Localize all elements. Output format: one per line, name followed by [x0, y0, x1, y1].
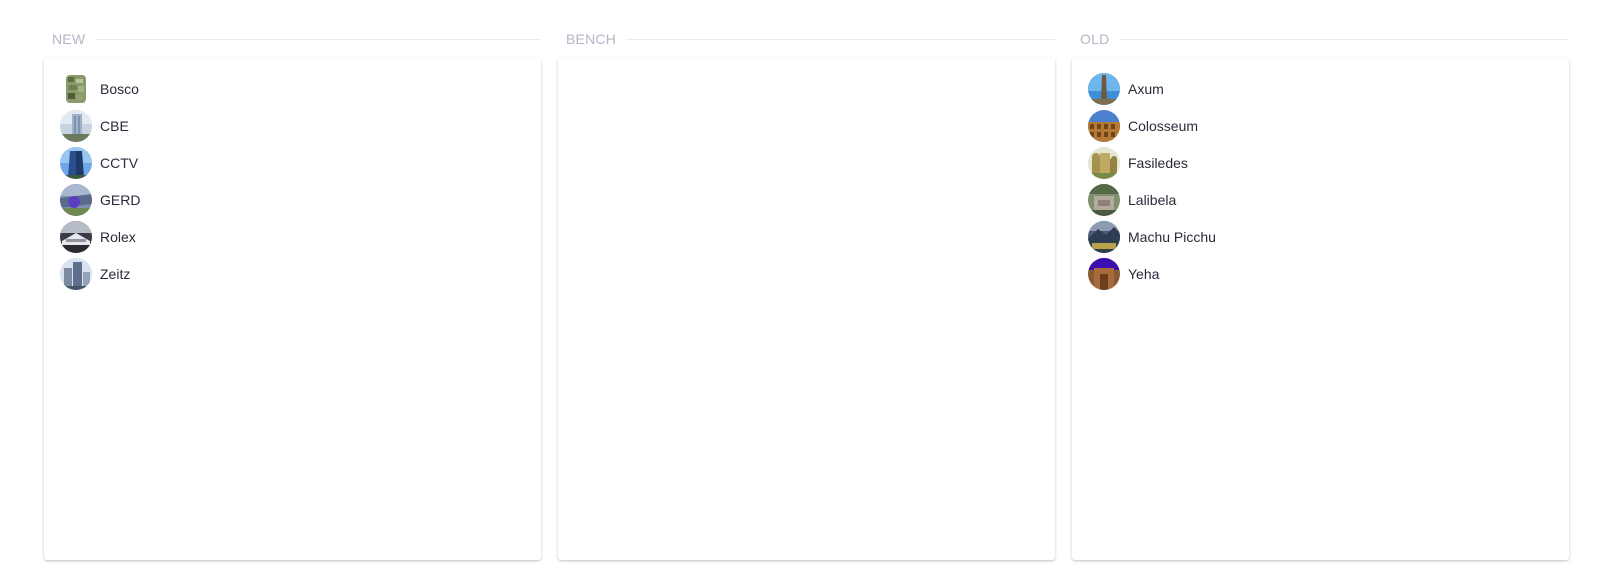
item-label: Axum	[1128, 80, 1164, 97]
kanban-board: NEW Bosco CBE CCTV GERD Rolex Zeitz BENC…	[0, 0, 1615, 583]
cctv-photo-icon	[60, 146, 92, 179]
list-item-gerd[interactable]: GERD	[44, 181, 541, 218]
list-item-fasiledes[interactable]: Fasiledes	[1072, 144, 1569, 181]
column-card-bench[interactable]	[558, 58, 1055, 560]
list-item-cctv[interactable]: CCTV	[44, 144, 541, 181]
item-label: Colosseum	[1128, 117, 1199, 134]
column-title: OLD	[1080, 31, 1110, 47]
item-label: Lalibela	[1128, 191, 1177, 208]
header-divider	[626, 38, 1055, 40]
column-old: OLD Axum Colosseum Fasiledes Lalibela Ma…	[1072, 28, 1569, 560]
zeitz-photo-icon	[60, 257, 92, 290]
list-item-bosco[interactable]: Bosco	[44, 70, 541, 107]
lalibela-photo-icon	[1088, 183, 1120, 216]
item-label: CBE	[100, 117, 129, 134]
item-label: Machu Picchu	[1128, 228, 1216, 245]
bosco-photo-icon	[60, 72, 92, 105]
column-card-old[interactable]: Axum Colosseum Fasiledes Lalibela Machu …	[1072, 58, 1569, 560]
column-title: NEW	[52, 31, 86, 47]
list-item-cbe[interactable]: CBE	[44, 107, 541, 144]
axum-photo-icon	[1088, 72, 1120, 105]
list-item-rolex[interactable]: Rolex	[44, 218, 541, 255]
list-item-colosseum[interactable]: Colosseum	[1072, 107, 1569, 144]
item-label: CCTV	[100, 154, 139, 171]
column-header: BENCH	[558, 28, 1055, 50]
rolex-photo-icon	[60, 220, 92, 253]
column-title: BENCH	[566, 31, 617, 47]
cbe-photo-icon	[60, 109, 92, 142]
list-item-lalibela[interactable]: Lalibela	[1072, 181, 1569, 218]
fasiledes-photo-icon	[1088, 146, 1120, 179]
list-item-zeitz[interactable]: Zeitz	[44, 255, 541, 292]
column-bench: BENCH	[558, 28, 1055, 560]
item-label: Rolex	[100, 228, 136, 245]
item-label: Bosco	[100, 80, 139, 97]
column-header: NEW	[44, 28, 541, 50]
list-item-machu-picchu[interactable]: Machu Picchu	[1072, 218, 1569, 255]
item-label: GERD	[100, 191, 141, 208]
colosseum-photo-icon	[1088, 109, 1120, 142]
list-item-yeha[interactable]: Yeha	[1072, 255, 1569, 292]
column-new: NEW Bosco CBE CCTV GERD Rolex Zeitz	[44, 28, 541, 560]
gerd-photo-icon	[60, 183, 92, 216]
yeha-photo-icon	[1088, 257, 1120, 290]
column-header: OLD	[1072, 28, 1569, 50]
item-label: Yeha	[1128, 265, 1160, 282]
header-divider	[1119, 38, 1569, 40]
item-label: Zeitz	[100, 265, 131, 282]
list-item-axum[interactable]: Axum	[1072, 70, 1569, 107]
machu-picchu-photo-icon	[1088, 220, 1120, 253]
column-card-new[interactable]: Bosco CBE CCTV GERD Rolex Zeitz	[44, 58, 541, 560]
item-label: Fasiledes	[1128, 154, 1188, 171]
header-divider	[95, 38, 541, 40]
